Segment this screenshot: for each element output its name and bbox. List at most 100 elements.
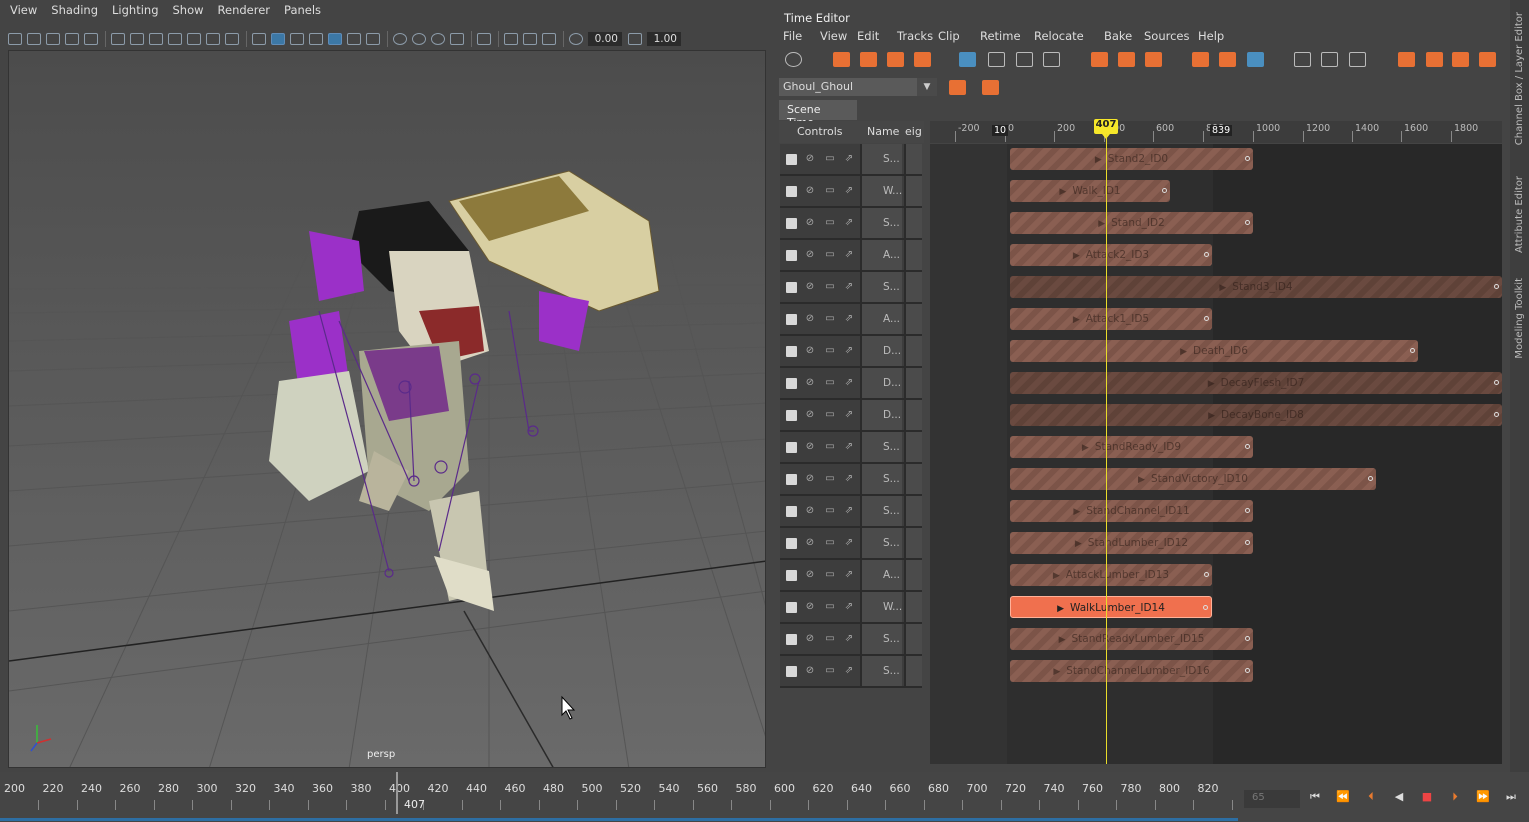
- mute-icon[interactable]: ⊘: [804, 409, 816, 421]
- track-weight[interactable]: [904, 368, 922, 398]
- lock-icon[interactable]: ⇗: [843, 633, 855, 645]
- clip[interactable]: ▶ AttackLumber_ID13: [1010, 564, 1212, 586]
- track-row[interactable]: ⊘ ▭ ⇗ S...: [780, 144, 922, 176]
- grease-pencil-icon[interactable]: [84, 33, 98, 45]
- te-menu-help[interactable]: Help: [1198, 29, 1238, 43]
- track-weight[interactable]: [904, 336, 922, 366]
- clip-end-handle[interactable]: [1204, 316, 1209, 321]
- menu-shading[interactable]: Shading: [51, 3, 98, 17]
- track-lane[interactable]: ▶ Stand_ID2: [930, 208, 1502, 240]
- track-row[interactable]: ⊘ ▭ ⇗ A...: [780, 304, 922, 336]
- chevron-down-icon[interactable]: ▼: [917, 78, 937, 96]
- solo-icon[interactable]: ▭: [824, 217, 836, 229]
- go-to-end-icon[interactable]: ⏭: [1502, 790, 1520, 804]
- tab-attribute-editor[interactable]: Attribute Editor: [1514, 176, 1525, 253]
- lock-icon[interactable]: ⇗: [843, 441, 855, 453]
- menu-lighting[interactable]: Lighting: [112, 3, 158, 17]
- tab-channel-box[interactable]: Channel Box / Layer Editor: [1514, 12, 1525, 145]
- clip-end-handle[interactable]: [1203, 605, 1208, 610]
- track-name[interactable]: D...: [860, 400, 902, 430]
- mute-icon[interactable]: ⊘: [804, 345, 816, 357]
- field-chart-icon[interactable]: [187, 33, 201, 45]
- track-weight[interactable]: [904, 432, 922, 462]
- track-name[interactable]: S...: [860, 208, 902, 238]
- track-enable-checkbox[interactable]: [786, 346, 797, 357]
- trim-tool-icon[interactable]: [1016, 52, 1033, 67]
- track-lane[interactable]: ▶ Death_ID6: [930, 336, 1502, 368]
- lock-icon[interactable]: ⇗: [843, 377, 855, 389]
- gamma-field[interactable]: 1.00: [647, 32, 681, 46]
- track-lane[interactable]: ▶ DecayFlesh_ID7: [930, 368, 1502, 400]
- track-name[interactable]: A...: [860, 560, 902, 590]
- mute-icon[interactable]: [785, 52, 802, 67]
- track-enable-checkbox[interactable]: [786, 186, 797, 197]
- lock-icon[interactable]: ⇗: [843, 281, 855, 293]
- ghoul-character[interactable]: [269, 170, 660, 611]
- track-weight[interactable]: [904, 208, 922, 238]
- film-gate-icon[interactable]: [130, 33, 144, 45]
- track-enable-checkbox[interactable]: [786, 410, 797, 421]
- track-enable-checkbox[interactable]: [786, 218, 797, 229]
- solo-icon[interactable]: ▭: [824, 601, 836, 613]
- time-slider[interactable]: 200 220 240 260 280 300 320 340 360 380 400 420 440 4…: [0, 772, 1529, 822]
- mute-icon[interactable]: ⊘: [804, 537, 816, 549]
- track-name[interactable]: A...: [860, 304, 902, 334]
- time-ruler[interactable]: -200 0 200 400 600 800 1000 1200 1400 16…: [930, 121, 1502, 143]
- anti-aliasing-icon[interactable]: [431, 33, 445, 45]
- track-lane[interactable]: ▶ Stand3_ID4: [930, 272, 1502, 304]
- lock-icon[interactable]: ⇗: [843, 569, 855, 581]
- track-lane[interactable]: ▶ StandReady_ID9: [930, 432, 1502, 464]
- clip[interactable]: ▶ WalkLumber_ID14: [1010, 596, 1212, 618]
- lock-icon[interactable]: ⇗: [843, 185, 855, 197]
- track-lane[interactable]: ▶ Attack2_ID3: [930, 240, 1502, 272]
- te-menu-bake[interactable]: Bake: [1104, 29, 1144, 43]
- mute-icon[interactable]: ⊘: [804, 441, 816, 453]
- exposure-field[interactable]: 0.00: [588, 32, 622, 46]
- lock-icon[interactable]: ⇗: [843, 537, 855, 549]
- menu-show[interactable]: Show: [173, 3, 204, 17]
- current-frame-field[interactable]: 65: [1244, 790, 1300, 808]
- camera-attr-icon[interactable]: [27, 33, 41, 45]
- solo-icon[interactable]: ▭: [824, 441, 836, 453]
- image-plane-icon[interactable]: [65, 33, 79, 45]
- lock-icon[interactable]: ⇗: [843, 505, 855, 517]
- track-name[interactable]: D...: [860, 368, 902, 398]
- gamma-icon[interactable]: [628, 33, 642, 45]
- mute-icon[interactable]: ⊘: [804, 601, 816, 613]
- time-slider-bar[interactable]: 200 220 240 260 280 300 320 340 360 380 400 420 440 4…: [0, 780, 1238, 820]
- track-lane[interactable]: ▶ AttackLumber_ID13: [930, 560, 1502, 592]
- add-anim-icon[interactable]: [860, 52, 877, 67]
- grid-icon[interactable]: [111, 33, 125, 45]
- track-name[interactable]: S...: [860, 432, 902, 462]
- clip-end-handle[interactable]: [1494, 412, 1499, 417]
- te-menu-edit[interactable]: Edit: [857, 29, 897, 43]
- wireframe-on-shaded-icon[interactable]: [309, 33, 323, 45]
- mute-icon[interactable]: ⊘: [804, 185, 816, 197]
- track-row[interactable]: ⊘ ▭ ⇗ S...: [780, 272, 922, 304]
- play-backwards-icon[interactable]: ◀: [1390, 790, 1408, 804]
- clip-end-handle[interactable]: [1494, 284, 1499, 289]
- track-name[interactable]: D...: [860, 336, 902, 366]
- mute-icon[interactable]: ⊘: [804, 153, 816, 165]
- track-row[interactable]: ⊘ ▭ ⇗ A...: [780, 560, 922, 592]
- loop-icon[interactable]: [1247, 52, 1264, 67]
- solo-icon[interactable]: ▭: [824, 569, 836, 581]
- depth-of-field-icon[interactable]: [450, 33, 464, 45]
- track-enable-checkbox[interactable]: [786, 442, 797, 453]
- weight-header[interactable]: eig: [905, 125, 922, 138]
- clip[interactable]: ▶ Stand_ID2: [1010, 212, 1253, 234]
- clip[interactable]: ▶ StandReadyLumber_ID15: [1010, 628, 1253, 650]
- character-icon[interactable]: [1321, 52, 1338, 67]
- clip-end-handle[interactable]: [1245, 220, 1250, 225]
- wireframe-icon[interactable]: [252, 33, 266, 45]
- track-weight[interactable]: [904, 304, 922, 334]
- resolution-gate-icon[interactable]: [149, 33, 163, 45]
- clip[interactable]: ▶ StandLumber_ID12: [1010, 532, 1253, 554]
- lock-icon[interactable]: ⇗: [843, 601, 855, 613]
- solo-icon[interactable]: ▭: [824, 665, 836, 677]
- scale-tool-icon[interactable]: [959, 52, 976, 67]
- time-slider-current-marker[interactable]: [396, 772, 398, 814]
- lights-icon[interactable]: [347, 33, 361, 45]
- isolate-select-icon[interactable]: [477, 33, 491, 45]
- clip[interactable]: ▶ Walk_ID1: [1010, 180, 1170, 202]
